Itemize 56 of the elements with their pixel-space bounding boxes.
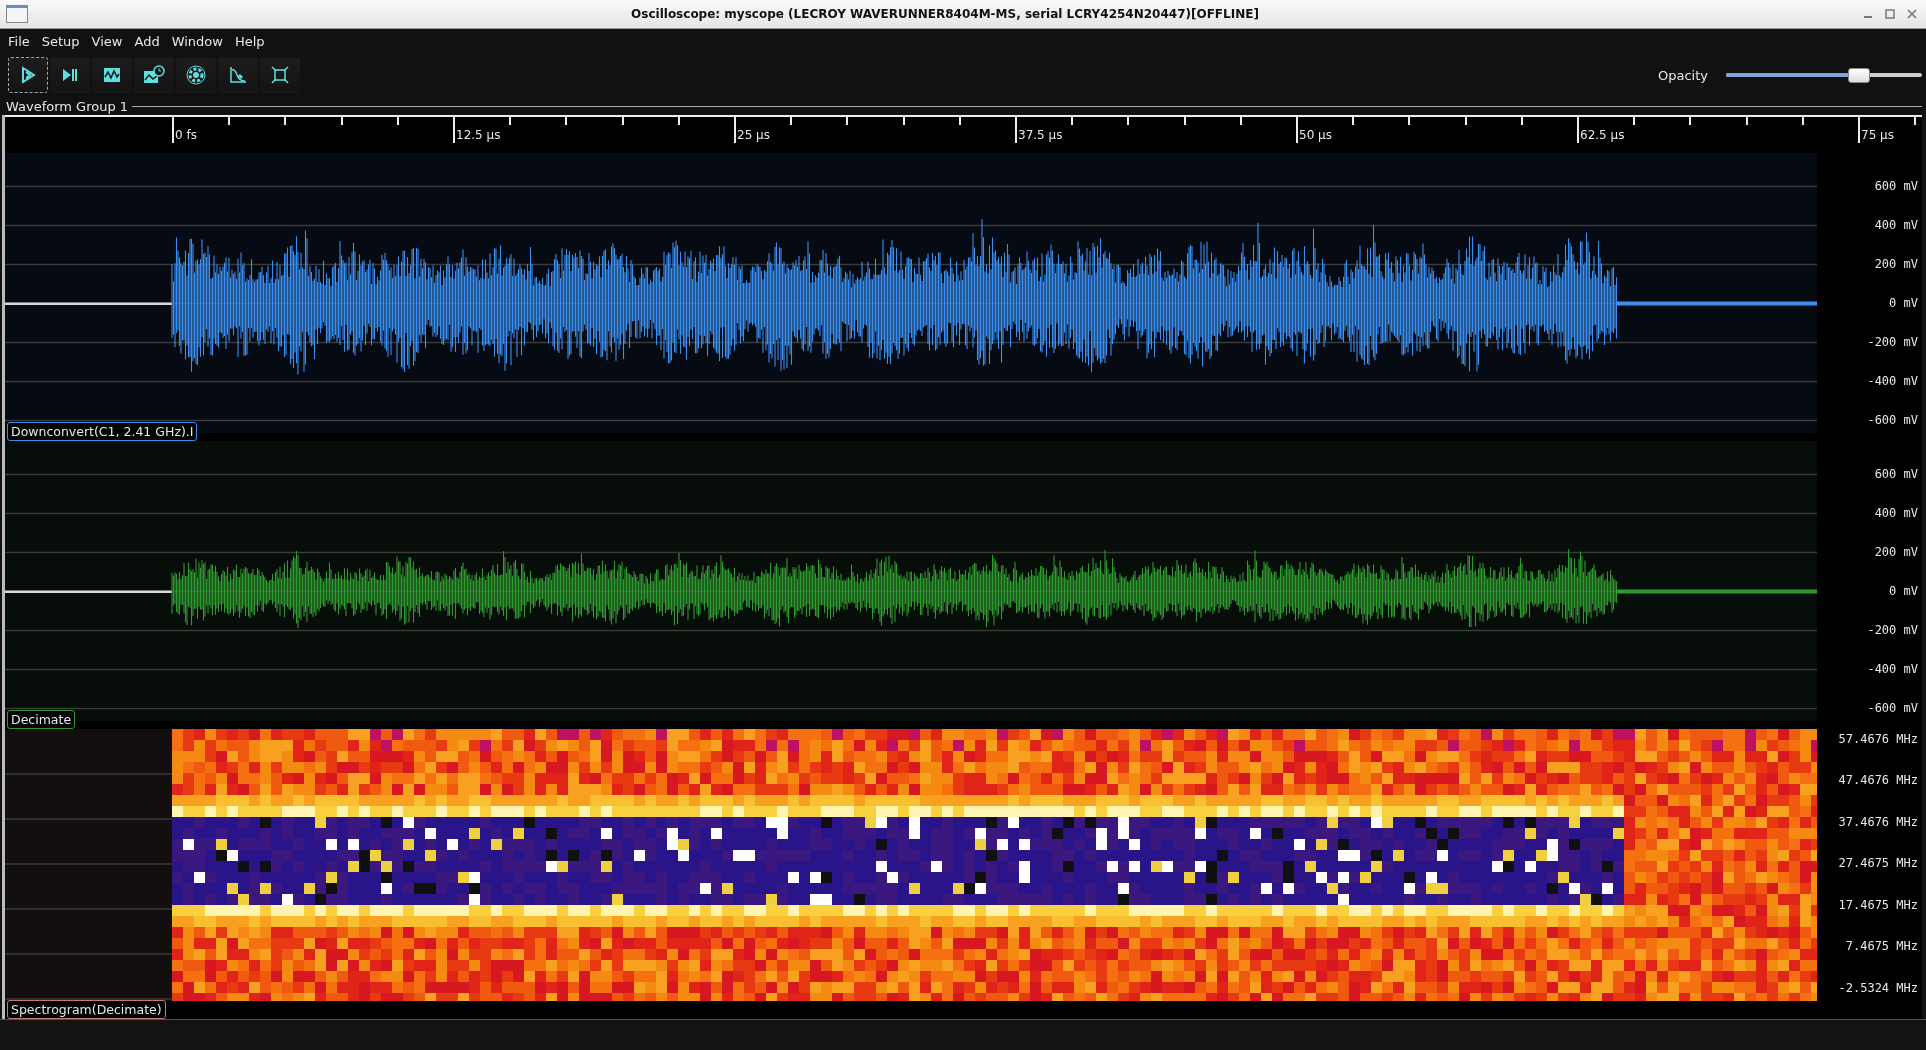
toolbar-button[interactable] bbox=[92, 57, 132, 93]
axis-label: 57.4676 MHz bbox=[1838, 731, 1918, 748]
toolbar-button[interactable] bbox=[260, 57, 300, 93]
gear-icon bbox=[186, 65, 206, 85]
channel-label[interactable]: Decimate bbox=[7, 710, 76, 729]
axis-label: -400 mV bbox=[1867, 373, 1918, 390]
menu-item[interactable]: Setup bbox=[41, 33, 80, 49]
opacity-slider[interactable] bbox=[1726, 68, 1922, 82]
menu-item[interactable]: Add bbox=[134, 33, 160, 49]
close-icon[interactable] bbox=[1906, 8, 1918, 20]
axis-label: -200 mV bbox=[1867, 622, 1918, 639]
axis-label: 600 mV bbox=[1874, 178, 1918, 195]
fullscreen-icon bbox=[270, 65, 290, 85]
window-icon bbox=[6, 5, 28, 23]
axis-label: -2.5324 MHz bbox=[1838, 979, 1918, 997]
channel-label[interactable]: Spectrogram(Decimate) bbox=[7, 1000, 166, 1019]
group-title: Waveform Group 1 bbox=[6, 98, 129, 114]
toolbar-button[interactable] bbox=[50, 57, 90, 93]
maximize-icon[interactable] bbox=[1884, 8, 1896, 20]
toolbar-button[interactable] bbox=[176, 57, 216, 93]
menu-item[interactable]: Help bbox=[234, 33, 265, 49]
axis-label: -200 mV bbox=[1867, 334, 1918, 351]
window-title: Oscilloscope: myscope (LECROY WAVERUNNER8404M-MS, serial LCRY4254N20447)[OFFLINE] bbox=[630, 7, 1260, 21]
time-label: 75 µs bbox=[1861, 128, 1894, 142]
waveform-icon bbox=[102, 65, 122, 85]
axis-label: 27.4675 MHz bbox=[1838, 855, 1918, 873]
axis-label: 200 mV bbox=[1874, 256, 1918, 273]
axis-label: 200 mV bbox=[1874, 544, 1918, 561]
toolbar-button[interactable] bbox=[218, 57, 258, 93]
axis-label: 7.4675 MHz bbox=[1845, 938, 1918, 956]
curve-icon bbox=[228, 65, 248, 85]
opacity-label: Opacity bbox=[1658, 67, 1708, 83]
time-label: 12.5 µs bbox=[456, 128, 501, 142]
axis-label: 17.4675 MHz bbox=[1838, 896, 1918, 914]
time-label: 37.5 µs bbox=[1018, 128, 1063, 142]
time-label: 50 µs bbox=[1299, 128, 1332, 142]
axis-label: -600 mV bbox=[1867, 412, 1918, 429]
time-label: 0 fs bbox=[175, 128, 197, 142]
toolbar-button[interactable] bbox=[134, 57, 174, 93]
axis-label: 47.4676 MHz bbox=[1838, 772, 1918, 790]
waveform-clock-icon bbox=[143, 65, 165, 85]
axis-label: 400 mV bbox=[1874, 505, 1918, 522]
axis-label: -400 mV bbox=[1867, 661, 1918, 678]
axis-label: 37.4676 MHz bbox=[1838, 813, 1918, 831]
axis-label: -600 mV bbox=[1867, 700, 1918, 717]
axis-label: 600 mV bbox=[1874, 466, 1918, 483]
axis-label: 400 mV bbox=[1874, 217, 1918, 234]
time-label: 62.5 µs bbox=[1580, 128, 1625, 142]
menu-item[interactable]: File bbox=[8, 33, 30, 49]
menu-item[interactable]: View bbox=[91, 33, 123, 49]
time-label: 25 µs bbox=[737, 128, 770, 142]
menu-item[interactable]: Window bbox=[171, 33, 223, 49]
axis-label: 0 mV bbox=[1889, 583, 1918, 600]
toolbar-button[interactable] bbox=[8, 57, 48, 93]
axis-label: 0 mV bbox=[1889, 295, 1918, 312]
channel-label[interactable]: Downconvert(C1, 2.41 GHz).I bbox=[7, 422, 198, 441]
